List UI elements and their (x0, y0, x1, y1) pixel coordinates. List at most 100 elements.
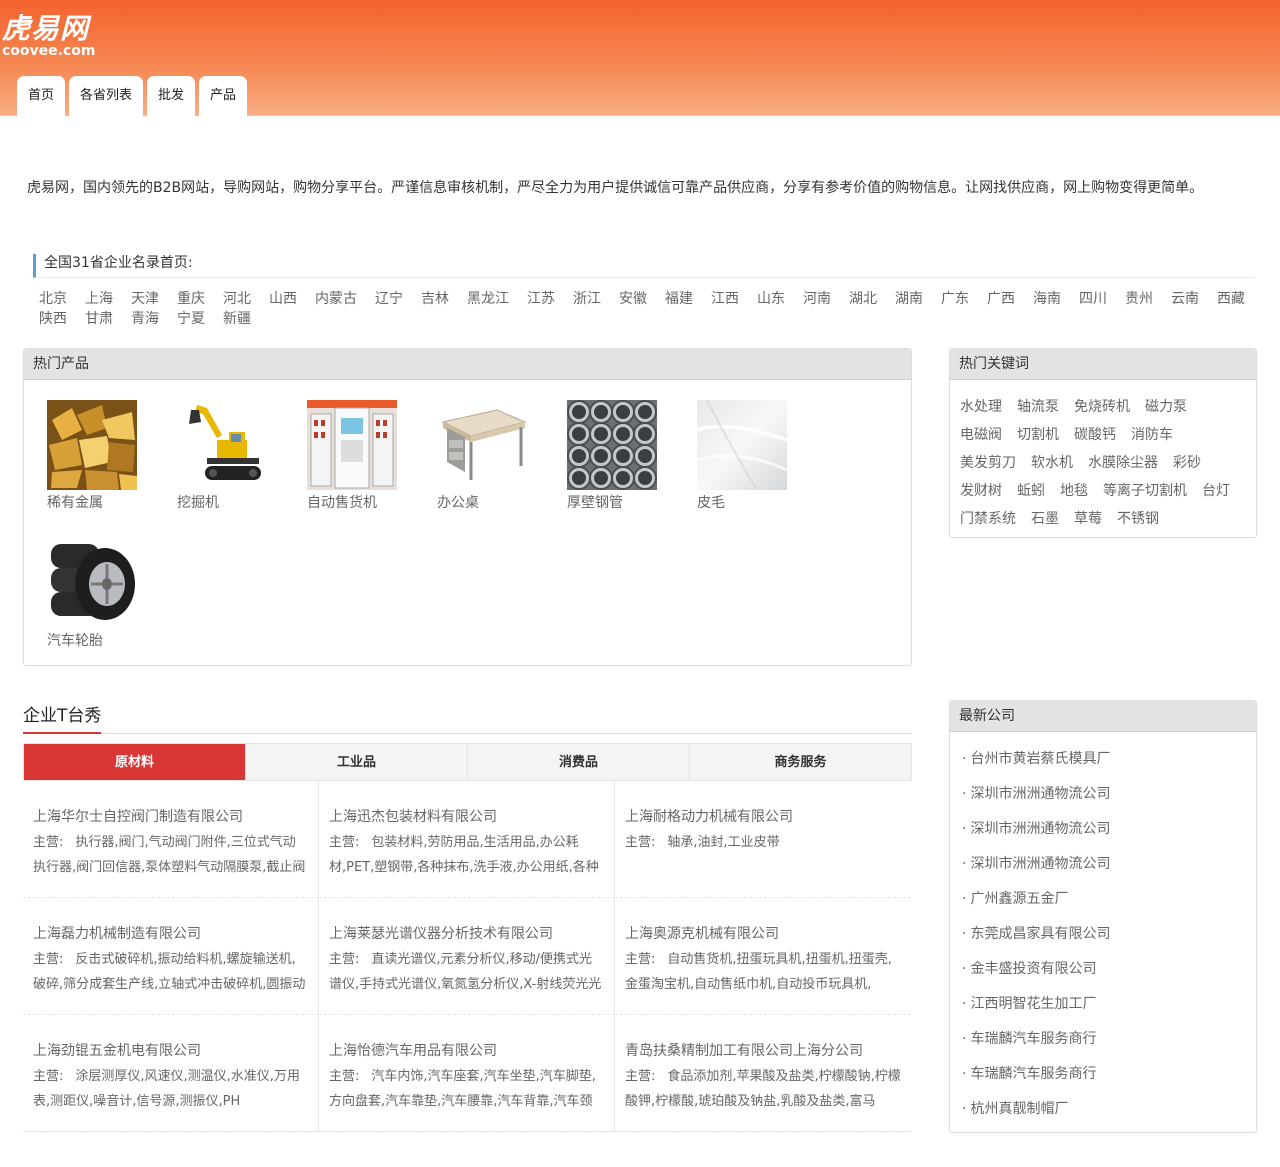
company-name[interactable]: 上海耐格动力机械有限公司 (625, 807, 901, 827)
province-link[interactable]: 甘肃 (85, 309, 113, 329)
keyword-link[interactable]: 水处理 (960, 393, 1002, 421)
province-link[interactable]: 湖北 (849, 289, 877, 309)
product-name[interactable]: 办公桌 (437, 494, 547, 512)
product-name[interactable]: 厚壁钢管 (567, 494, 677, 512)
keyword-link[interactable]: 草莓 (1074, 505, 1102, 533)
tab-raw-materials[interactable]: 原材料 (24, 744, 246, 780)
keyword-link[interactable]: 消防车 (1131, 421, 1173, 449)
latest-company-link[interactable]: 金丰盛投资有限公司 (962, 952, 1256, 987)
province-link[interactable]: 宁夏 (177, 309, 205, 329)
nav-tab-products[interactable]: 产品 (199, 76, 248, 116)
province-link[interactable]: 黑龙江 (467, 289, 509, 309)
nav-tab-wholesale[interactable]: 批发 (147, 76, 196, 116)
keyword-link[interactable]: 石墨 (1031, 505, 1059, 533)
latest-company-link[interactable]: 东莞成昌家具有限公司 (962, 917, 1256, 952)
province-link[interactable]: 江西 (711, 289, 739, 309)
product-item[interactable]: 自动售货机 (307, 400, 417, 512)
company-name[interactable]: 上海劲锟五金机电有限公司 (33, 1041, 308, 1061)
province-link[interactable]: 四川 (1079, 289, 1107, 309)
keyword-link[interactable]: 彩砂 (1173, 449, 1201, 477)
province-link[interactable]: 河南 (803, 289, 831, 309)
latest-company-link[interactable]: 深圳市洲洲通物流公司 (962, 812, 1256, 847)
province-link[interactable]: 青海 (131, 309, 159, 329)
keyword-link[interactable]: 水膜除尘器 (1088, 449, 1158, 477)
rare-metal-image[interactable] (47, 400, 137, 490)
keyword-link[interactable]: 磁力泵 (1145, 393, 1187, 421)
latest-company-link[interactable]: 台州市黄岩蔡氏模具厂 (962, 742, 1256, 777)
fur-image[interactable] (697, 400, 787, 490)
keyword-link[interactable]: 电磁阀 (960, 421, 1002, 449)
excavator-image[interactable] (177, 400, 267, 490)
latest-company-link[interactable]: 深圳市洲洲通物流公司 (962, 777, 1256, 812)
latest-company-link[interactable]: 杭州真靓制帽厂 (962, 1092, 1256, 1127)
product-name[interactable]: 汽车轮胎 (47, 632, 157, 650)
product-item[interactable]: 厚壁钢管 (567, 400, 677, 512)
company-name[interactable]: 上海磊力机械制造有限公司 (33, 924, 308, 944)
tab-industrial[interactable]: 工业品 (246, 744, 468, 780)
product-name[interactable]: 稀有金属 (47, 494, 157, 512)
product-item[interactable]: 汽车轮胎 (47, 538, 157, 650)
province-link[interactable]: 上海 (85, 289, 113, 309)
company-name[interactable]: 上海华尔士自控阀门制造有限公司 (33, 807, 308, 827)
vending-machine-image[interactable] (307, 400, 397, 490)
province-link[interactable]: 河北 (223, 289, 251, 309)
province-link[interactable]: 福建 (665, 289, 693, 309)
keyword-link[interactable]: 免烧砖机 (1074, 393, 1130, 421)
province-link[interactable]: 广东 (941, 289, 969, 309)
tab-consumer[interactable]: 消费品 (468, 744, 690, 780)
keyword-link[interactable]: 等离子切割机 (1103, 477, 1187, 505)
province-link[interactable]: 浙江 (573, 289, 601, 309)
latest-company-link[interactable]: 车瑞麟汽车服务商行 (962, 1022, 1256, 1057)
company-name[interactable]: 上海迅杰包装材料有限公司 (329, 807, 604, 827)
keyword-link[interactable]: 碳酸钙 (1074, 421, 1116, 449)
company-name[interactable]: 上海奥源克机械有限公司 (625, 924, 901, 944)
keyword-link[interactable]: 软水机 (1031, 449, 1073, 477)
company-name[interactable]: 上海怡德汽车用品有限公司 (329, 1041, 604, 1061)
keyword-link[interactable]: 发财树 (960, 477, 1002, 505)
province-link[interactable]: 湖南 (895, 289, 923, 309)
province-link[interactable]: 海南 (1033, 289, 1061, 309)
province-link[interactable]: 山东 (757, 289, 785, 309)
latest-company-link[interactable]: 深圳市洲洲通物流公司 (962, 847, 1256, 882)
keyword-link[interactable]: 不锈钢 (1117, 505, 1159, 533)
product-item[interactable]: 稀有金属 (47, 400, 157, 512)
office-desk-image[interactable] (437, 400, 527, 490)
province-link[interactable]: 安徽 (619, 289, 647, 309)
product-name[interactable]: 皮毛 (697, 494, 807, 512)
province-link[interactable]: 新疆 (223, 309, 251, 329)
province-link[interactable]: 贵州 (1125, 289, 1153, 309)
latest-company-link[interactable]: 车瑞麟汽车服务商行 (962, 1057, 1256, 1092)
province-link[interactable]: 内蒙古 (315, 289, 357, 309)
keyword-link[interactable]: 切割机 (1017, 421, 1059, 449)
product-name[interactable]: 自动售货机 (307, 494, 417, 512)
tab-business-services[interactable]: 商务服务 (690, 744, 911, 780)
keyword-link[interactable]: 蚯蚓 (1017, 477, 1045, 505)
province-link[interactable]: 江苏 (527, 289, 555, 309)
product-item[interactable]: 挖掘机 (177, 400, 287, 512)
keyword-link[interactable]: 轴流泵 (1017, 393, 1059, 421)
keyword-link[interactable]: 美发剪刀 (960, 449, 1016, 477)
company-name[interactable]: 上海莱瑟光谱仪器分析技术有限公司 (329, 924, 604, 944)
nav-tab-provinces[interactable]: 各省列表 (69, 76, 144, 116)
province-link[interactable]: 西藏 (1217, 289, 1245, 309)
province-link[interactable]: 重庆 (177, 289, 205, 309)
latest-company-link[interactable]: 江西明智花生加工厂 (962, 987, 1256, 1022)
site-logo[interactable]: 虎易网 coovee.com (2, 14, 95, 59)
province-link[interactable]: 天津 (131, 289, 159, 309)
product-item[interactable]: 办公桌 (437, 400, 547, 512)
province-link[interactable]: 山西 (269, 289, 297, 309)
province-link[interactable]: 辽宁 (375, 289, 403, 309)
province-link[interactable]: 广西 (987, 289, 1015, 309)
product-name[interactable]: 挖掘机 (177, 494, 287, 512)
province-link[interactable]: 陕西 (39, 309, 67, 329)
latest-company-link[interactable]: 广州鑫源五金厂 (962, 882, 1256, 917)
keyword-link[interactable]: 地毯 (1060, 477, 1088, 505)
keyword-link[interactable]: 台灯 (1202, 477, 1230, 505)
product-item[interactable]: 皮毛 (697, 400, 807, 512)
province-link[interactable]: 北京 (39, 289, 67, 309)
steel-pipe-image[interactable] (567, 400, 657, 490)
keyword-link[interactable]: 门禁系统 (960, 505, 1016, 533)
car-tire-image[interactable] (47, 538, 137, 628)
nav-tab-home[interactable]: 首页 (17, 76, 66, 116)
province-link[interactable]: 吉林 (421, 289, 449, 309)
